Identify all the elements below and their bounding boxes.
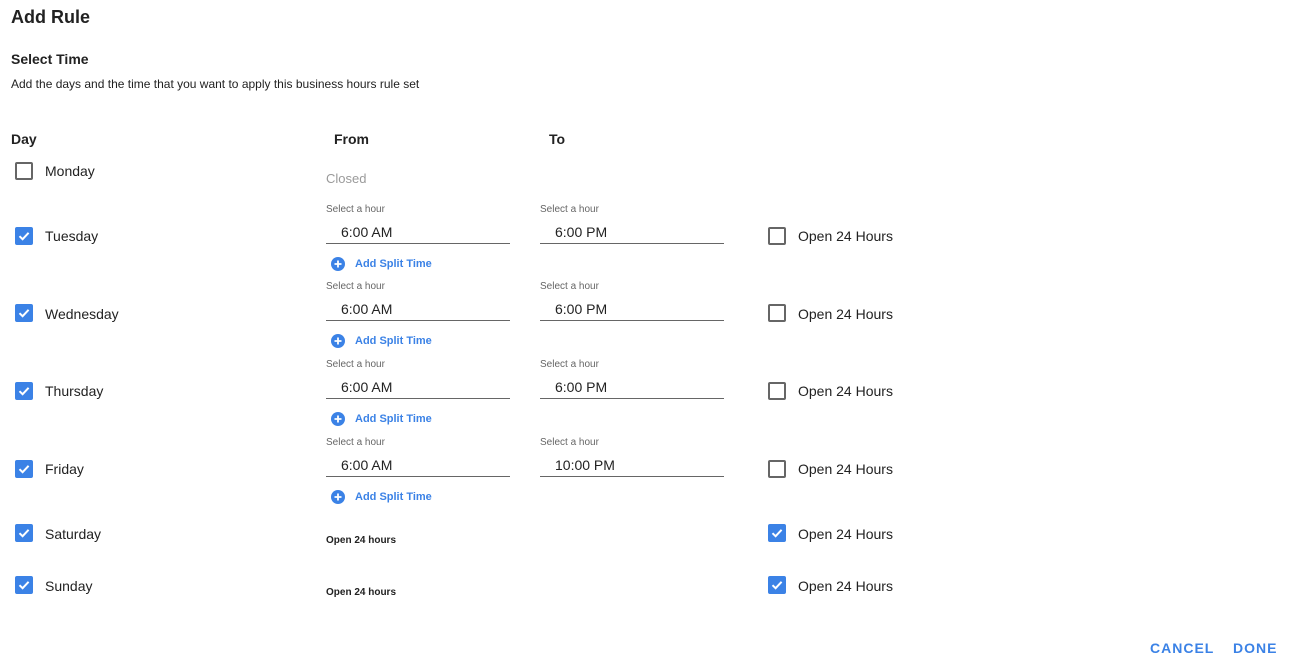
day-checkbox-thursday[interactable] bbox=[15, 382, 33, 400]
check-icon bbox=[18, 387, 30, 396]
from-hour-select[interactable]: 6:00 AM bbox=[326, 222, 510, 244]
header-from: From bbox=[334, 131, 369, 147]
open24-label: Open 24 Hours bbox=[798, 578, 893, 594]
check-icon bbox=[18, 465, 30, 474]
add-split-time-button[interactable]: Add Split Time bbox=[331, 334, 441, 350]
from-field-label: Select a hour bbox=[326, 359, 385, 370]
to-field-label: Select a hour bbox=[540, 359, 599, 370]
to-hour-select[interactable]: 6:00 PM bbox=[540, 222, 724, 244]
check-icon bbox=[18, 232, 30, 241]
check-icon bbox=[771, 529, 783, 538]
day-label-friday: Friday bbox=[45, 461, 84, 477]
from-hour-select[interactable]: 6:00 AM bbox=[326, 377, 510, 399]
open24-checkbox-sunday[interactable] bbox=[768, 576, 786, 594]
open24-status-text: Open 24 hours bbox=[326, 587, 397, 598]
add-split-time-button[interactable]: Add Split Time bbox=[331, 412, 441, 428]
open24-label: Open 24 Hours bbox=[798, 228, 893, 244]
add-split-time-button[interactable]: Add Split Time bbox=[331, 490, 441, 506]
from-hour-select[interactable]: 6:00 AM bbox=[326, 299, 510, 321]
from-hour-select[interactable]: 6:00 AM bbox=[326, 455, 510, 477]
dialog-title: Add Rule bbox=[11, 7, 90, 27]
day-label-sunday: Sunday bbox=[45, 578, 93, 594]
section-description: Add the days and the time that you want … bbox=[11, 77, 420, 91]
to-field-label: Select a hour bbox=[540, 281, 599, 292]
header-day: Day bbox=[11, 131, 37, 147]
check-icon bbox=[771, 581, 783, 590]
to-field-label: Select a hour bbox=[540, 204, 599, 215]
day-label-wednesday: Wednesday bbox=[45, 306, 119, 322]
to-hour-select[interactable]: 10:00 PM bbox=[540, 455, 724, 477]
plus-circle-icon bbox=[331, 490, 345, 504]
add-split-time-label: Add Split Time bbox=[355, 258, 432, 270]
check-icon bbox=[18, 581, 30, 590]
add-split-time-label: Add Split Time bbox=[355, 335, 432, 347]
open24-checkbox-saturday[interactable] bbox=[768, 524, 786, 542]
from-field-label: Select a hour bbox=[326, 204, 385, 215]
day-checkbox-wednesday[interactable] bbox=[15, 304, 33, 322]
add-split-time-label: Add Split Time bbox=[355, 413, 432, 425]
from-field-label: Select a hour bbox=[326, 281, 385, 292]
day-checkbox-sunday[interactable] bbox=[15, 576, 33, 594]
section-title: Select Time bbox=[11, 51, 89, 67]
cancel-button[interactable]: CANCEL bbox=[1150, 640, 1214, 656]
done-button[interactable]: DONE bbox=[1233, 640, 1277, 656]
open24-label: Open 24 Hours bbox=[798, 383, 893, 399]
day-checkbox-friday[interactable] bbox=[15, 460, 33, 478]
open24-checkbox-friday[interactable] bbox=[768, 460, 786, 478]
header-to: To bbox=[549, 131, 566, 147]
closed-text: Closed bbox=[326, 171, 367, 186]
plus-circle-icon bbox=[331, 412, 345, 426]
day-checkbox-monday[interactable] bbox=[15, 162, 33, 180]
day-label-thursday: Thursday bbox=[45, 383, 104, 399]
plus-circle-icon bbox=[331, 257, 345, 271]
open24-checkbox-wednesday[interactable] bbox=[768, 304, 786, 322]
plus-circle-icon bbox=[331, 334, 345, 348]
to-hour-select[interactable]: 6:00 PM bbox=[540, 377, 724, 399]
open24-checkbox-thursday[interactable] bbox=[768, 382, 786, 400]
open24-status-text: Open 24 hours bbox=[326, 535, 397, 546]
day-label-monday: Monday bbox=[45, 163, 95, 179]
day-label-tuesday: Tuesday bbox=[45, 228, 99, 244]
open24-checkbox-tuesday[interactable] bbox=[768, 227, 786, 245]
add-split-time-label: Add Split Time bbox=[355, 491, 432, 503]
day-checkbox-tuesday[interactable] bbox=[15, 227, 33, 245]
check-icon bbox=[18, 309, 30, 318]
from-field-label: Select a hour bbox=[326, 437, 385, 448]
open24-label: Open 24 Hours bbox=[798, 461, 893, 477]
to-field-label: Select a hour bbox=[540, 437, 599, 448]
day-checkbox-saturday[interactable] bbox=[15, 524, 33, 542]
to-hour-select[interactable]: 6:00 PM bbox=[540, 299, 724, 321]
open24-label: Open 24 Hours bbox=[798, 306, 893, 322]
day-label-saturday: Saturday bbox=[45, 526, 102, 542]
check-icon bbox=[18, 529, 30, 538]
add-split-time-button[interactable]: Add Split Time bbox=[331, 257, 441, 273]
open24-label: Open 24 Hours bbox=[798, 526, 893, 542]
